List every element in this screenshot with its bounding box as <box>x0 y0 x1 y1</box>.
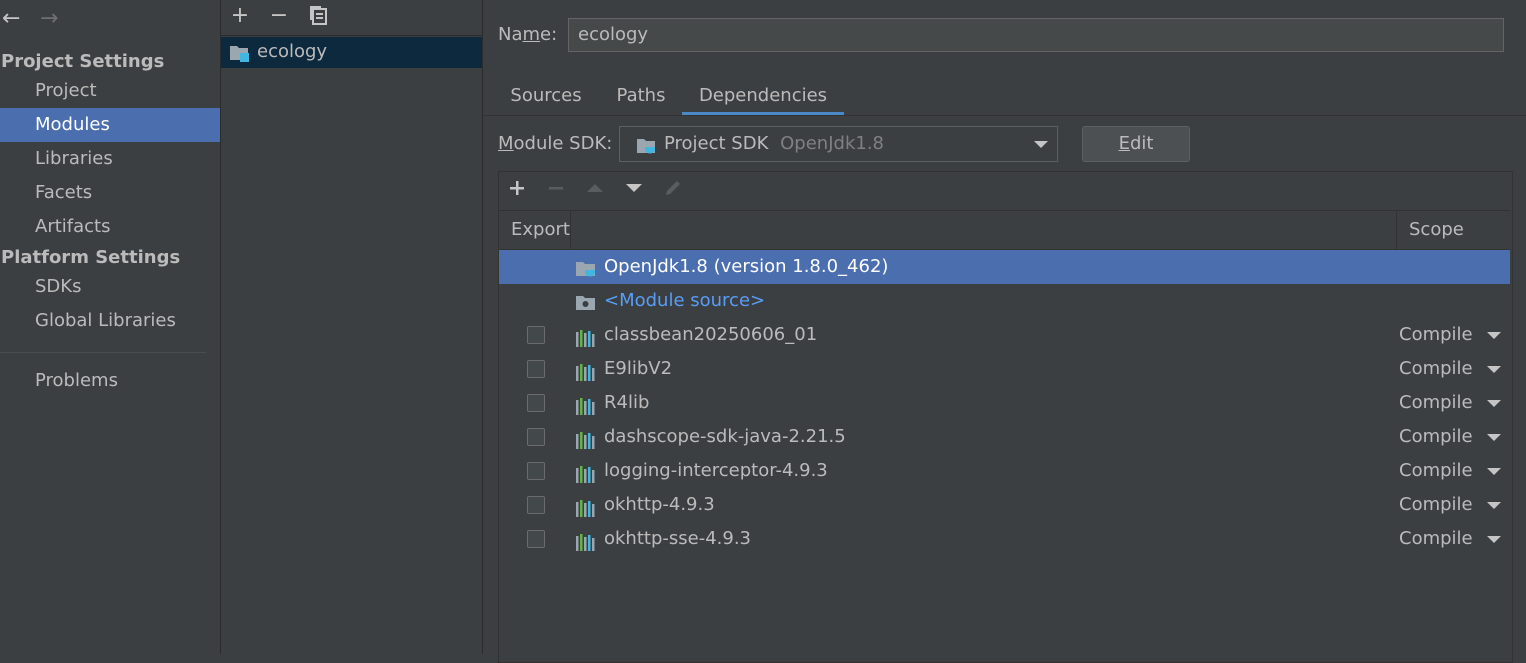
remove-dependency-icon[interactable] <box>546 178 566 203</box>
module-list-divider <box>221 35 482 36</box>
dependency-name: logging-interceptor-4.9.3 <box>604 460 828 481</box>
module-name-input[interactable]: ecology <box>568 18 1504 52</box>
nav-item-modules[interactable]: Modules <box>0 108 220 142</box>
scope-value[interactable]: Compile <box>1399 352 1473 386</box>
export-checkbox[interactable] <box>527 326 545 344</box>
library-icon <box>575 496 597 517</box>
forward-arrow-icon[interactable]: → <box>40 6 58 31</box>
move-down-icon[interactable] <box>624 178 644 203</box>
dependency-name: okhttp-4.9.3 <box>604 494 715 515</box>
add-dependency-icon[interactable] <box>507 178 527 203</box>
library-icon <box>575 394 597 415</box>
dependency-row-module-source[interactable]: <Module source> <box>499 284 1510 318</box>
column-divider <box>1396 211 1397 249</box>
dependencies-header: Export Scope <box>499 211 1510 250</box>
dependency-row[interactable]: classbean20250606_01 Compile <box>499 318 1510 352</box>
edit-pencil-icon[interactable] <box>663 178 683 203</box>
name-label: Name: <box>498 24 558 45</box>
nav-item-facets[interactable]: Facets <box>0 176 220 210</box>
chevron-down-icon[interactable] <box>1487 434 1501 441</box>
nav-item-sdks[interactable]: SDKs <box>0 270 220 304</box>
nav-divider <box>0 352 206 353</box>
dependency-name: okhttp-sse-4.9.3 <box>604 528 752 549</box>
library-icon <box>575 428 597 449</box>
dependency-name: OpenJdk1.8 (version 1.8.0_462) <box>604 256 889 277</box>
dependency-row[interactable]: R4lib Compile <box>499 386 1510 420</box>
scope-value[interactable]: Compile <box>1399 318 1473 352</box>
export-checkbox[interactable] <box>527 496 545 514</box>
tab-dependencies[interactable]: Dependencies <box>682 84 844 116</box>
add-module-icon[interactable]: + <box>228 4 252 28</box>
module-sdk-label: Module SDK: <box>498 133 613 154</box>
sdk-value: Project SDK <box>664 133 769 154</box>
tab-paths[interactable]: Paths <box>601 84 681 116</box>
export-checkbox[interactable] <box>527 462 545 480</box>
platform-settings-header: Platform Settings <box>1 247 181 268</box>
module-folder-icon <box>229 43 251 68</box>
sdk-folder-icon <box>636 134 658 168</box>
dependency-row[interactable]: logging-interceptor-4.9.3 Compile <box>499 454 1510 488</box>
export-column-header[interactable]: Export <box>511 219 570 240</box>
dependency-row[interactable]: dashscope-sdk-java-2.21.5 Compile <box>499 420 1510 454</box>
scope-column-header[interactable]: Scope <box>1409 219 1464 240</box>
chevron-down-icon[interactable] <box>1487 400 1501 407</box>
chevron-down-icon[interactable] <box>1487 536 1501 543</box>
copy-module-icon[interactable] <box>306 4 330 28</box>
edit-sdk-button[interactable]: Edit <box>1082 126 1190 162</box>
dependency-row[interactable]: E9libV2 Compile <box>499 352 1510 386</box>
nav-item-artifacts[interactable]: Artifacts <box>0 210 220 244</box>
scope-value[interactable]: Compile <box>1399 420 1473 454</box>
chevron-down-icon <box>1034 141 1048 148</box>
library-icon <box>575 530 597 551</box>
move-up-icon[interactable] <box>585 178 605 203</box>
library-icon <box>575 462 597 483</box>
chevron-down-icon[interactable] <box>1487 366 1501 373</box>
library-icon <box>575 360 597 381</box>
module-sdk-select[interactable]: Project SDK OpenJdk1.8 <box>619 126 1058 162</box>
module-list-panel: + − ecology <box>221 0 483 654</box>
tab-sources[interactable]: Sources <box>500 84 592 116</box>
project-settings-header: Project Settings <box>1 51 165 72</box>
nav-item-project[interactable]: Project <box>0 74 220 108</box>
module-details: Name: ecology Sources Paths Dependencies… <box>483 0 1526 663</box>
chevron-down-icon[interactable] <box>1487 332 1501 339</box>
scope-value[interactable]: Compile <box>1399 386 1473 420</box>
export-checkbox[interactable] <box>527 530 545 548</box>
nav-item-global-libraries[interactable]: Global Libraries <box>0 304 220 338</box>
dependency-name: <Module source> <box>604 290 766 311</box>
module-name: ecology <box>257 41 328 62</box>
dependency-name: dashscope-sdk-java-2.21.5 <box>604 426 846 447</box>
dependency-name: E9libV2 <box>604 358 673 379</box>
module-list-item[interactable]: ecology <box>221 37 482 68</box>
remove-module-icon[interactable]: − <box>267 4 291 28</box>
export-checkbox[interactable] <box>527 428 545 446</box>
dependency-row[interactable]: okhttp-4.9.3 Compile <box>499 488 1510 522</box>
dependencies-table: Export Scope OpenJdk1.8 (version 1.8.0_4… <box>498 171 1513 663</box>
export-checkbox[interactable] <box>527 394 545 412</box>
chevron-down-icon[interactable] <box>1487 502 1501 509</box>
dependency-row-sdk[interactable]: OpenJdk1.8 (version 1.8.0_462) <box>499 250 1510 284</box>
dependency-row[interactable]: okhttp-sse-4.9.3 Compile <box>499 522 1510 556</box>
chevron-down-icon[interactable] <box>1487 468 1501 475</box>
nav-item-libraries[interactable]: Libraries <box>0 142 220 176</box>
nav-item-problems[interactable]: Problems <box>0 364 220 398</box>
library-icon <box>575 326 597 347</box>
dependencies-toolbar <box>499 172 1510 211</box>
column-divider <box>570 211 571 249</box>
dependency-name: R4lib <box>604 392 650 413</box>
scope-value[interactable]: Compile <box>1399 522 1473 556</box>
dependency-name: classbean20250606_01 <box>604 324 818 345</box>
scope-value[interactable]: Compile <box>1399 488 1473 522</box>
tabs-divider <box>483 115 1526 116</box>
scope-value[interactable]: Compile <box>1399 454 1473 488</box>
settings-nav: ← → Project Settings Project Modules Lib… <box>0 0 221 654</box>
back-arrow-icon[interactable]: ← <box>2 6 20 31</box>
export-checkbox[interactable] <box>527 360 545 378</box>
sdk-hint: OpenJdk1.8 <box>780 133 885 154</box>
